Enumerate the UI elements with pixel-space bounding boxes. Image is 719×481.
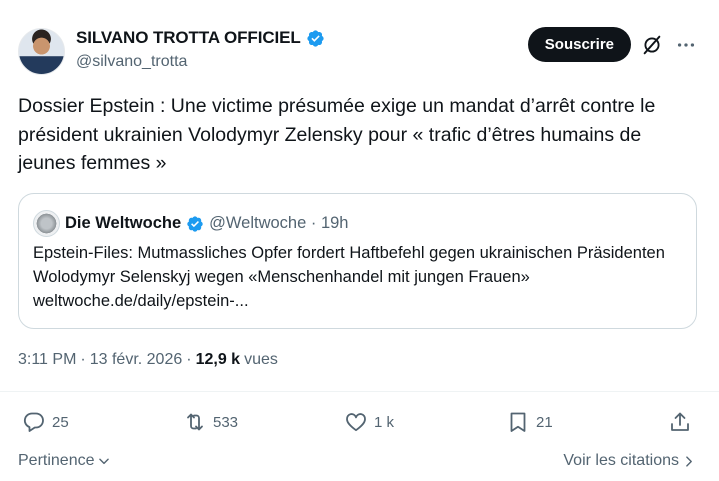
share-button[interactable] (668, 410, 692, 434)
tweet-date[interactable]: 13 févr. 2026 (90, 351, 183, 369)
author-name[interactable]: SILVANO TROTTA OFFICIEL (76, 28, 301, 48)
repost-icon (187, 413, 203, 431)
share-icon (671, 412, 689, 431)
bookmark-count: 21 (536, 413, 553, 431)
views-label: vues (244, 351, 278, 368)
meta-separator: · (186, 351, 192, 368)
heart-icon (346, 413, 366, 432)
meta-separator: · (80, 351, 86, 368)
tweet-meta: 3:11 PM · 13 févr. 2026 · 12,9 k vues (18, 351, 278, 369)
bookmark-icon (510, 412, 526, 432)
more-icon[interactable] (675, 34, 697, 56)
tweet-time[interactable]: 3:11 PM (18, 351, 76, 369)
verified-badge-icon (307, 29, 324, 47)
reply-count: 25 (52, 413, 69, 431)
quoted-author-name: Die Weltwoche (65, 214, 182, 232)
author-avatar[interactable] (18, 28, 65, 75)
quoted-author-avatar (33, 210, 60, 237)
quoted-tweet-text: Epstein-Files: Mutmassliches Opfer forde… (33, 244, 665, 310)
grok-icon[interactable] (641, 34, 663, 56)
sort-label: Pertinence (18, 452, 95, 469)
see-quotes-link[interactable]: Voir les citations (563, 452, 695, 470)
author-handle[interactable]: @silvano_trotta (76, 53, 187, 71)
like-count: 1 k (374, 413, 395, 431)
tweet-footer: Pertinence Voir les citations (18, 452, 701, 474)
see-quotes-label: Voir les citations (563, 452, 679, 469)
repost-button[interactable]: 533 (183, 410, 238, 434)
quoted-author-handle: @Weltwoche · 19h (209, 214, 349, 232)
subscribe-button[interactable]: Souscrire (527, 27, 631, 62)
quoted-tweet-header: Die Weltwoche @Weltwoche · 19h (33, 210, 348, 237)
verified-badge-icon (187, 215, 203, 232)
divider (0, 391, 719, 392)
tweet-actions: 25 533 1 k 21 (22, 410, 698, 438)
tweet-header: SILVANO TROTTA OFFICIEL @silvano_trotta … (18, 26, 701, 76)
like-button[interactable]: 1 k (344, 410, 394, 434)
views-count: 12,9 k (195, 351, 241, 368)
reply-button[interactable]: 25 (22, 410, 69, 434)
repost-count: 533 (213, 413, 239, 431)
chevron-right-icon (686, 455, 692, 467)
author-name-row: SILVANO TROTTA OFFICIEL (76, 28, 325, 48)
reply-icon (23, 412, 44, 432)
quoted-tweet[interactable]: Die Weltwoche @Weltwoche · 19h Epstein-F… (18, 193, 697, 329)
bookmark-button[interactable]: 21 (506, 410, 553, 434)
chevron-down-icon (98, 458, 109, 465)
tweet-text: Dossier Epstein : Une victime présumée e… (18, 95, 656, 174)
sort-dropdown[interactable]: Pertinence (18, 452, 111, 470)
